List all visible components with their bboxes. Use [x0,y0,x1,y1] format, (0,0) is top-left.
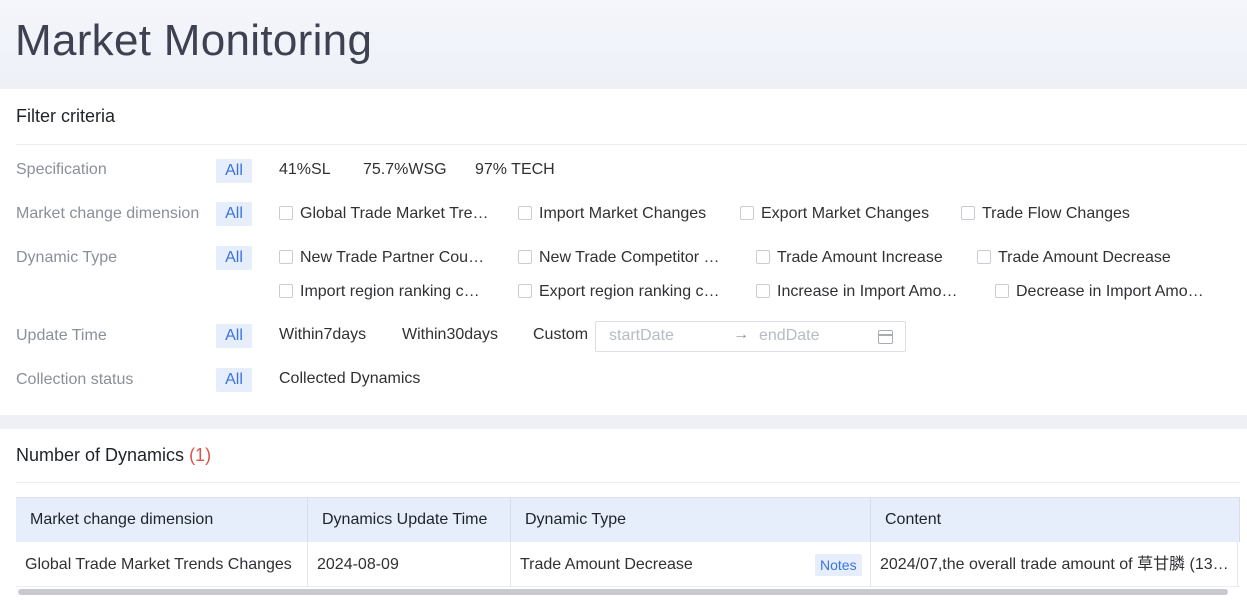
checkbox-label: Global Trade Market Tre… [300,205,489,222]
checkbox-decrease-import-amount[interactable]: Decrease in Import Amo… [995,283,1215,301]
checkbox-trade-amount-increase[interactable]: Trade Amount Increase [756,249,961,267]
checkbox-box[interactable] [518,250,532,264]
filter-panel: Filter criteria Specification All 41%SL … [0,89,1247,415]
checkbox-box[interactable] [756,284,770,298]
horizontal-scrollbar[interactable] [18,589,1228,595]
notes-tag[interactable]: Notes [815,554,862,576]
dynamics-title: Number of Dynamics (1) [16,445,211,466]
checkbox-import-market-changes[interactable]: Import Market Changes [518,205,718,223]
dynamic-type-all-tag[interactable]: All [216,246,252,270]
dynamics-title-text: Number of Dynamics [16,445,185,465]
checkbox-label: Trade Amount Increase [777,249,943,266]
column-header-update-time[interactable]: Dynamics Update Time [308,498,511,543]
checkbox-label: Decrease in Import Amo… [1016,283,1204,300]
checkbox-box[interactable] [977,250,991,264]
checkbox-label: Import region ranking c… [300,283,480,300]
checkbox-export-region-ranking[interactable]: Export region ranking c… [518,283,733,301]
checkbox-new-trade-partner[interactable]: New Trade Partner Cou… [279,249,494,267]
dynamics-divider [16,482,1240,483]
checkbox-label: Export region ranking c… [539,283,720,300]
checkbox-box[interactable] [518,206,532,220]
cell-content: 2024/07,the overall trade amount of 草甘膦 … [871,542,1238,587]
end-date-input[interactable]: endDate [759,327,820,345]
specification-option-tech[interactable]: 97% TECH [475,161,555,179]
checkbox-label: Import Market Changes [539,205,707,222]
collected-dynamics-option[interactable]: Collected Dynamics [279,370,420,388]
checkbox-box[interactable] [756,250,770,264]
table-header: Market change dimension Dynamics Update … [16,497,1240,543]
checkbox-label: New Trade Competitor … [539,249,720,266]
column-header-dimension[interactable]: Market change dimension [16,498,308,543]
page-title: Market Monitoring [15,16,373,65]
range-arrow-icon: → [733,326,749,343]
market-change-all-tag[interactable]: All [216,202,252,226]
checkbox-global-trade-market[interactable]: Global Trade Market Tre… [279,205,494,223]
checkbox-label: New Trade Partner Cou… [300,249,485,266]
update-time-label: Update Time [16,327,107,344]
collection-status-label: Collection status [16,371,134,388]
checkbox-box[interactable] [279,250,293,264]
start-date-input[interactable]: startDate [609,327,674,345]
checkbox-box[interactable] [518,284,532,298]
checkbox-box[interactable] [995,284,1009,298]
checkbox-label: Trade Amount Decrease [998,249,1171,266]
checkbox-label: Trade Flow Changes [982,205,1130,222]
dynamic-type-label: Dynamic Type [16,249,118,266]
checkbox-label: Export Market Changes [761,205,930,222]
checkbox-box[interactable] [279,284,293,298]
specification-option-41sl[interactable]: 41%SL [279,161,331,179]
dynamics-panel: Number of Dynamics (1) Market change dim… [0,429,1247,602]
update-time-all-tag[interactable]: All [216,324,252,348]
checkbox-increase-import-amount[interactable]: Increase in Import Amo… [756,283,971,301]
specification-all-tag[interactable]: All [216,159,252,183]
cell-dimension: Global Trade Market Trends Changes [16,542,308,587]
calendar-icon[interactable] [878,330,893,344]
market-change-dimension-label: Market change dimension [16,205,200,222]
page-header: Market Monitoring [0,0,1247,78]
checkbox-box[interactable] [279,206,293,220]
checkbox-import-region-ranking[interactable]: Import region ranking c… [279,283,494,301]
cell-update-time: 2024-08-09 [308,542,511,587]
table-row[interactable]: Global Trade Market Trends Changes 2024-… [16,542,1240,587]
checkbox-export-market-changes[interactable]: Export Market Changes [740,205,945,223]
column-header-content[interactable]: Content [871,498,1240,543]
collection-status-all-tag[interactable]: All [216,368,252,392]
checkbox-label: Increase in Import Amo… [777,283,958,300]
specification-option-wsg[interactable]: 75.7%WSG [363,161,447,179]
checkbox-trade-flow-changes[interactable]: Trade Flow Changes [961,205,1161,223]
checkbox-trade-amount-decrease[interactable]: Trade Amount Decrease [977,249,1187,267]
update-time-within-7-days[interactable]: Within7days [279,326,366,344]
update-time-within-30-days[interactable]: Within30days [402,326,498,344]
specification-label: Specification [16,161,107,178]
update-time-custom[interactable]: Custom [533,326,588,344]
checkbox-new-trade-competitor[interactable]: New Trade Competitor … [518,249,733,267]
dynamics-count: (1) [189,445,212,465]
checkbox-box[interactable] [740,206,754,220]
filter-divider [16,144,1247,145]
date-range-picker[interactable]: startDate → endDate [595,321,906,352]
checkbox-box[interactable] [961,206,975,220]
column-header-dynamic-type[interactable]: Dynamic Type [511,498,871,543]
filter-title: Filter criteria [16,106,116,126]
